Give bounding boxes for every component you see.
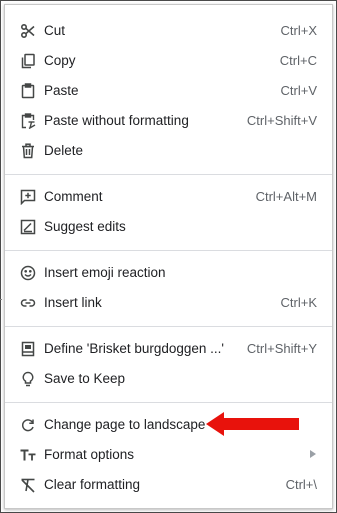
menu-item-label: Comment xyxy=(44,189,103,204)
scissors-icon xyxy=(19,22,37,40)
menu-item-save-to-keep[interactable]: Save to Keep xyxy=(5,364,332,394)
menu-item-format-options[interactable]: Format options xyxy=(5,440,332,470)
menu-item-label: Format options xyxy=(44,447,135,462)
menu-item-label: Suggest edits xyxy=(44,219,126,234)
dictionary-icon xyxy=(19,340,37,358)
menu-item-label: Change page to landscape xyxy=(44,417,206,432)
emoji-icon xyxy=(19,264,37,282)
lightbulb-icon xyxy=(19,370,37,388)
edge-tick xyxy=(0,299,2,300)
menu-separator xyxy=(5,174,332,175)
menu-item-paste[interactable]: Paste Ctrl+V xyxy=(5,76,332,106)
menu-item-suggest-edits[interactable]: Suggest edits xyxy=(5,212,332,242)
trash-icon xyxy=(19,142,37,160)
clear-format-icon xyxy=(19,476,37,494)
menu-item-label: Insert link xyxy=(44,295,102,310)
menu-item-comment[interactable]: Comment Ctrl+Alt+M xyxy=(5,182,332,212)
menu-item-shortcut: Ctrl+X xyxy=(280,23,317,38)
menu-item-cut[interactable]: Cut Ctrl+X xyxy=(5,16,332,46)
menu-item-label: Copy xyxy=(44,53,76,68)
copy-icon xyxy=(19,52,37,70)
menu-separator xyxy=(5,402,332,403)
menu-item-label: Cut xyxy=(44,23,66,38)
menu-item-shortcut: Ctrl+\ xyxy=(285,477,317,492)
menu-item-label: Paste without formatting xyxy=(44,113,189,128)
menu-item-label: Delete xyxy=(44,143,84,158)
menu-item-shortcut: Ctrl+K xyxy=(280,295,317,310)
menu-item-shortcut: Ctrl+V xyxy=(280,83,317,98)
red-annotation-arrow-icon xyxy=(206,412,299,436)
suggest-edit-icon xyxy=(19,218,37,236)
menu-item-paste-without-formatting[interactable]: Paste without formatting Ctrl+Shift+V xyxy=(5,106,332,136)
menu-item-label: Clear formatting xyxy=(44,477,141,492)
screenshot-frame: Cut Ctrl+X Copy Ctrl+C Paste Ctrl+V Past… xyxy=(0,0,337,513)
menu-item-define[interactable]: Define 'Brisket burgdoggen ...' Ctrl+Shi… xyxy=(5,334,332,364)
add-comment-icon xyxy=(19,188,37,206)
menu-item-clear-formatting[interactable]: Clear formatting Ctrl+\ xyxy=(5,470,332,500)
menu-item-shortcut: Ctrl+C xyxy=(279,53,317,68)
clipboard-icon xyxy=(19,82,37,100)
menu-item-copy[interactable]: Copy Ctrl+C xyxy=(5,46,332,76)
submenu-arrow-icon xyxy=(310,450,316,458)
menu-item-delete[interactable]: Delete xyxy=(5,136,332,166)
menu-item-label: Save to Keep xyxy=(44,371,126,386)
menu-item-label: Paste xyxy=(44,83,79,98)
menu-item-shortcut: Ctrl+Shift+V xyxy=(246,113,317,128)
menu-item-label: Define 'Brisket burgdoggen ...' xyxy=(44,341,225,356)
clipboard-clear-format-icon xyxy=(19,112,37,130)
menu-separator xyxy=(5,250,332,251)
text-format-icon xyxy=(19,446,37,464)
arrow-shape xyxy=(206,412,299,436)
menu-item-insert-emoji-reaction[interactable]: Insert emoji reaction xyxy=(5,258,332,288)
menu-item-label: Insert emoji reaction xyxy=(44,265,166,280)
menu-separator xyxy=(5,326,332,327)
menu-item-shortcut: Ctrl+Shift+Y xyxy=(246,341,317,356)
rotate-icon xyxy=(19,416,37,434)
menu-item-shortcut: Ctrl+Alt+M xyxy=(255,189,317,204)
menu-item-insert-link[interactable]: Insert link Ctrl+K xyxy=(5,288,332,318)
link-icon xyxy=(19,294,37,312)
